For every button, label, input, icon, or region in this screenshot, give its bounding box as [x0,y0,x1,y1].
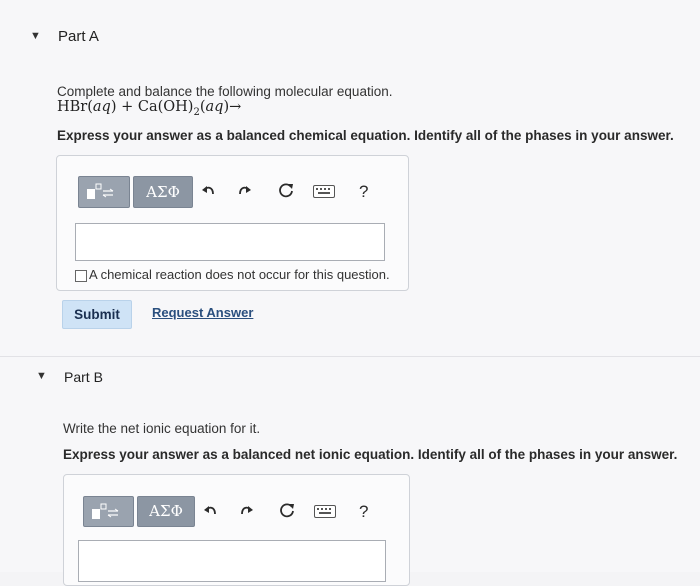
part-a-title[interactable]: Part A [58,28,99,45]
submit-button[interactable]: Submit [62,300,132,329]
help-icon[interactable]: ? [359,182,368,202]
answer-box: ΑΣΦ ? A chemical reaction does not occur… [56,155,409,291]
undo-icon[interactable] [203,503,219,519]
greek-symbols-button[interactable]: ΑΣΦ [137,496,195,527]
templates-button[interactable] [83,496,134,527]
redo-icon[interactable] [236,183,252,199]
part-a-panel: ▼ Part A Complete and balance the follow… [0,0,700,357]
greek-symbols-button[interactable]: ΑΣΦ [133,176,193,208]
reset-icon[interactable] [279,502,296,519]
part-b-panel: ▼ Part B Write the net ionic equation fo… [0,357,700,586]
redo-icon[interactable] [238,503,254,519]
templates-icon [87,183,114,199]
part-b-prompt: Write the net ionic equation for it. [63,421,261,436]
keyboard-icon[interactable] [313,185,335,198]
no-reaction-label[interactable]: A chemical reaction does not occur for t… [89,267,390,282]
reset-icon[interactable] [278,182,295,199]
answer-input[interactable] [75,223,385,261]
request-answer-link[interactable]: Request Answer [152,305,253,320]
part-a-prompt: Complete and balance the following molec… [57,84,393,99]
templates-button[interactable] [78,176,130,208]
templates-icon [92,503,119,519]
collapse-caret-icon[interactable]: ▼ [30,30,41,42]
part-a-instruction: Express your answer as a balanced chemic… [57,128,674,143]
undo-icon[interactable] [201,183,217,199]
answer-input[interactable] [78,540,386,582]
part-b-instruction: Express your answer as a balanced net io… [63,447,678,462]
part-b-title[interactable]: Part B [64,369,103,385]
answer-box: ΑΣΦ ? [63,474,410,586]
keyboard-icon[interactable] [314,505,336,518]
help-icon[interactable]: ? [359,502,368,522]
no-reaction-checkbox[interactable] [75,270,87,282]
collapse-caret-icon[interactable]: ▼ [36,370,47,382]
molecular-equation: HBr(aq) + Ca(OH)2(aq)→ [57,99,242,118]
